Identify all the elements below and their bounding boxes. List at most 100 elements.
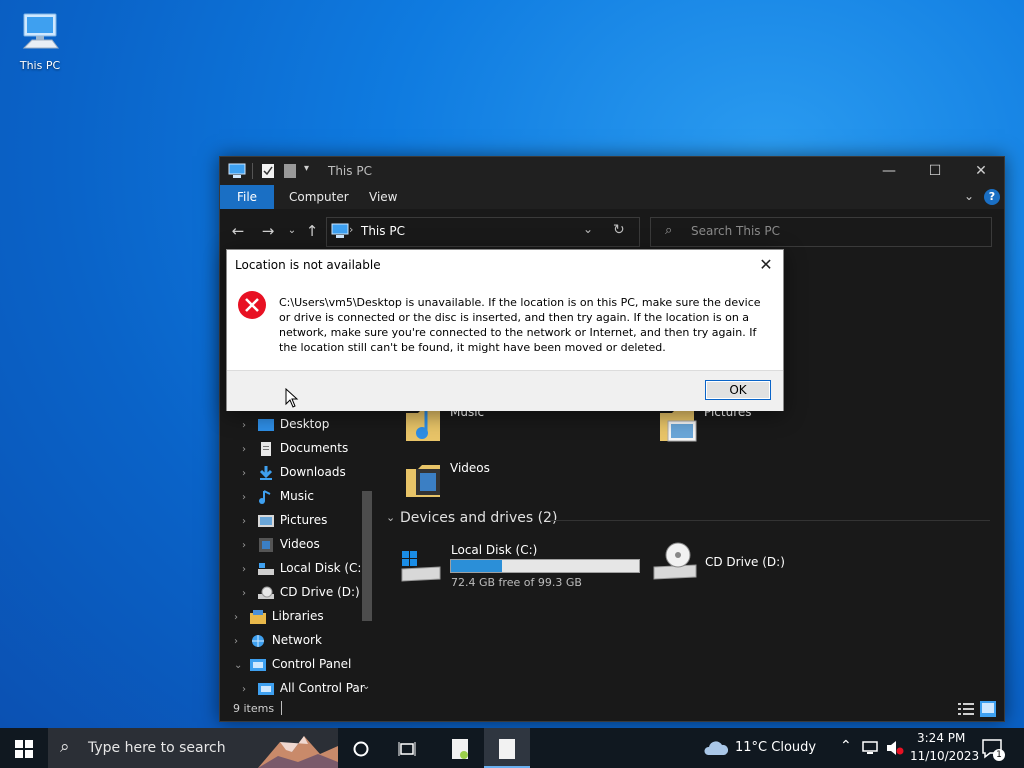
desktop-icon-label: This PC	[19, 59, 61, 72]
taskbar-app-notepad-2[interactable]	[484, 728, 530, 768]
nav-item-desktop[interactable]: › Desktop	[242, 412, 329, 436]
nav-item-documents[interactable]: › Documents	[242, 436, 348, 460]
expand-chevron-icon[interactable]: ›	[242, 414, 254, 438]
taskbar-app-notepad-1[interactable]	[437, 728, 483, 768]
tab-computer[interactable]: Computer	[289, 185, 349, 209]
volume-muted-icon[interactable]	[886, 740, 904, 756]
up-button[interactable]: ↑	[302, 221, 322, 241]
title-bar: ▾ This PC — ☐ ✕	[220, 157, 1004, 185]
videos-icon	[258, 537, 273, 552]
status-divider	[281, 701, 282, 715]
minimize-button[interactable]: —	[866, 157, 912, 185]
nav-pane-scrollbar[interactable]	[362, 491, 372, 621]
collapse-chevron-icon[interactable]: ⌄	[234, 654, 246, 678]
drive-local-disk[interactable]: Local Disk (C:) 72.4 GB free of 99.3 GB	[398, 541, 642, 589]
refresh-icon[interactable]: ↻	[613, 222, 625, 238]
nav-item-network[interactable]: › Network	[234, 628, 322, 652]
cd-drive-icon	[257, 586, 274, 599]
network-tray-icon[interactable]	[862, 740, 880, 756]
file-explorer-window: ▾ This PC — ☐ ✕ File Computer View ⌄ ? ←…	[219, 156, 1005, 722]
address-path: This PC	[361, 224, 405, 238]
windows-start-icon[interactable]	[15, 740, 33, 758]
search-placeholder: Search This PC	[691, 224, 780, 238]
section-divider	[550, 520, 990, 521]
expand-chevron-icon[interactable]: ›	[242, 534, 254, 558]
dialog-message: C:\Users\vm5\Desktop is unavailable. If …	[279, 296, 761, 354]
ok-button[interactable]: OK	[705, 380, 771, 400]
control-panel-icon	[249, 658, 266, 671]
section-collapse-chevron-icon[interactable]: ⌄	[386, 511, 395, 524]
devices-section-header[interactable]: Devices and drives (2)	[400, 510, 557, 526]
nav-item-videos[interactable]: › Videos	[242, 532, 320, 556]
task-view-icon	[398, 741, 416, 756]
expand-chevron-icon[interactable]: ›	[234, 630, 246, 654]
nav-item-control-panel[interactable]: ⌄ Control Panel	[234, 652, 351, 676]
expand-ribbon-chevron-icon[interactable]: ⌄	[964, 189, 974, 203]
search-highlight-mountains-icon	[258, 736, 338, 768]
nav-item-cd-drive[interactable]: › CD Drive (D:)	[242, 580, 360, 604]
nav-item-pictures[interactable]: › Pictures	[242, 508, 327, 532]
expand-chevron-icon[interactable]: ›	[242, 462, 254, 486]
address-bar[interactable]: › This PC ⌄ ↻	[326, 217, 640, 247]
tab-view[interactable]: View	[369, 185, 397, 209]
forward-button[interactable]: →	[258, 221, 278, 241]
expand-chevron-icon[interactable]: ›	[242, 558, 254, 582]
dialog-title: Location is not available	[235, 258, 381, 272]
customize-quick-access-icon[interactable]: ▾	[304, 163, 309, 174]
expand-chevron-icon[interactable]: ›	[242, 486, 254, 510]
mouse-cursor-icon	[285, 388, 299, 408]
disk-usage-fill	[451, 560, 502, 572]
drive-cd[interactable]: CD Drive (D:)	[652, 541, 812, 587]
search-icon: ⌕	[665, 223, 673, 238]
nav-item-music[interactable]: › Music	[242, 484, 314, 508]
expand-chevron-icon[interactable]: ›	[242, 510, 254, 534]
recent-locations-chevron-icon[interactable]: ⌄	[282, 221, 302, 241]
expand-chevron-icon[interactable]: ›	[242, 582, 254, 606]
network-icon	[251, 634, 264, 647]
navigation-bar: ← → ⌄ ↑ › This PC ⌄ ↻ ⌕ Search This PC	[220, 209, 1004, 253]
breadcrumb-separator-icon: ›	[349, 223, 354, 236]
search-box[interactable]: ⌕ Search This PC	[650, 217, 992, 247]
address-dropdown-chevron-icon[interactable]: ⌄	[583, 222, 593, 236]
expand-chevron-icon[interactable]: ›	[234, 606, 246, 630]
properties-icon[interactable]	[262, 164, 274, 178]
desktop-icon-this-pc[interactable]: This PC	[12, 10, 68, 72]
clock-time[interactable]: 3:24 PM	[917, 731, 965, 745]
desktop-folder-icon	[257, 418, 274, 431]
weather-text[interactable]: 11°C Cloudy	[735, 740, 816, 755]
ribbon-tabs: File Computer View ⌄ ?	[220, 185, 1004, 209]
documents-icon	[260, 441, 271, 456]
expand-chevron-icon[interactable]: ›	[242, 438, 254, 462]
nav-item-local-disk[interactable]: › Local Disk (C:)	[242, 556, 366, 580]
disk-usage-bar	[450, 559, 640, 573]
tab-file[interactable]: File	[220, 185, 274, 209]
scroll-down-icon[interactable]: ⌄	[362, 681, 370, 692]
cloudy-weather-icon[interactable]	[702, 739, 728, 757]
this-pc-icon	[331, 223, 349, 238]
back-button[interactable]: ←	[228, 221, 248, 241]
show-hidden-icons-chevron-icon[interactable]: ⌃	[840, 738, 852, 754]
large-icons-view-icon[interactable]	[980, 701, 996, 717]
window-title: This PC	[328, 164, 372, 178]
dialog-footer: OK	[227, 370, 783, 411]
dialog-close-button[interactable]: ✕	[753, 254, 779, 276]
taskbar-search-box[interactable]: ⌕ Type here to search	[48, 728, 338, 768]
error-dialog: Location is not available ✕ C:\Users\vm5…	[226, 249, 784, 411]
details-view-icon[interactable]	[958, 702, 974, 716]
document-icon	[499, 738, 515, 759]
cortana-button[interactable]	[338, 728, 384, 768]
computer-icon	[22, 13, 59, 49]
clock-date[interactable]: 11/10/2023	[910, 749, 979, 763]
new-folder-icon[interactable]	[284, 164, 296, 178]
task-view-button[interactable]	[384, 728, 430, 768]
this-pc-icon	[228, 163, 246, 178]
close-button[interactable]: ✕	[958, 157, 1004, 185]
nav-item-downloads[interactable]: › Downloads	[242, 460, 346, 484]
maximize-button[interactable]: ☐	[912, 157, 958, 185]
taskbar: ⌕ Type here to search 11°C Cloudy ⌃ 3:24…	[0, 728, 1024, 768]
nav-item-libraries[interactable]: › Libraries	[234, 604, 324, 628]
help-icon[interactable]: ?	[984, 189, 1000, 205]
notification-count-badge: 1	[993, 749, 1005, 761]
error-icon	[238, 291, 266, 319]
status-bar: 9 items	[220, 697, 1004, 721]
